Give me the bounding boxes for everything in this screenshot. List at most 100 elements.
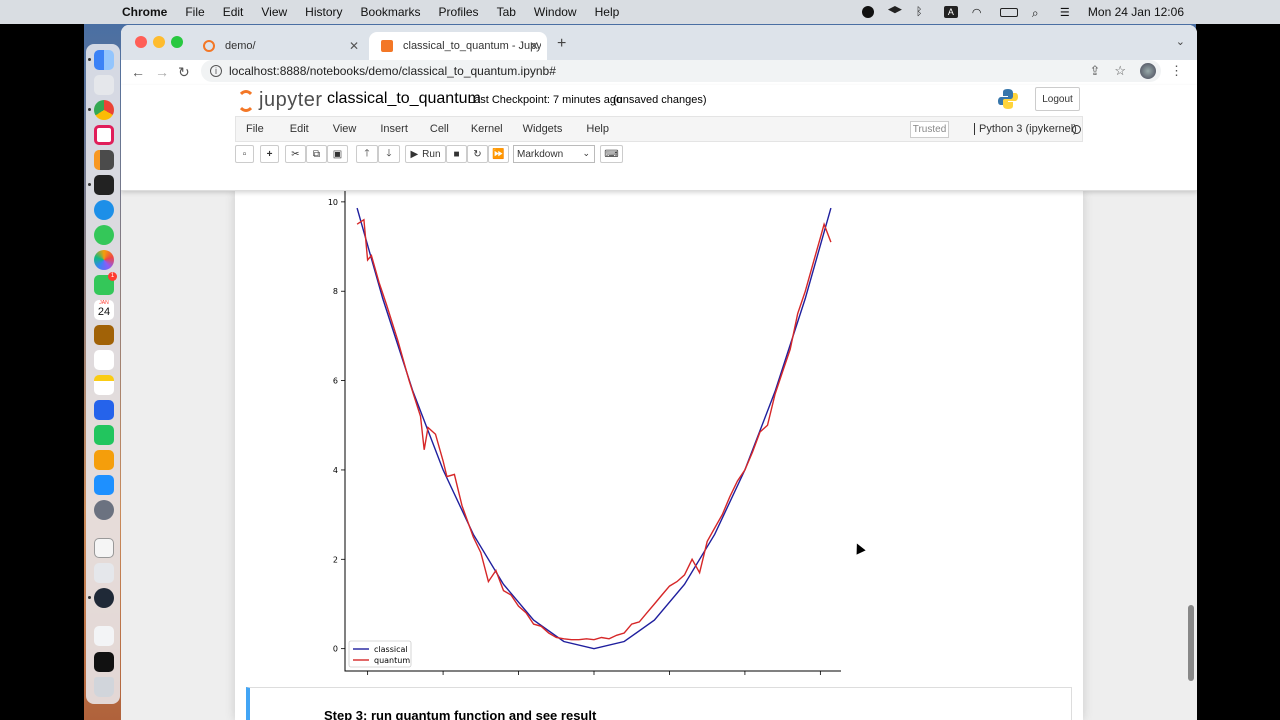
calendar-icon[interactable]: JAN 24	[94, 300, 114, 320]
run-button[interactable]: ▶ Run	[405, 145, 446, 163]
document-thumbnail-icon[interactable]	[94, 626, 114, 646]
record-icon[interactable]	[861, 6, 874, 18]
save-button[interactable]: ▫	[235, 145, 254, 163]
trusted-indicator[interactable]: Trusted	[910, 121, 949, 138]
site-info-icon[interactable]: i	[210, 65, 222, 77]
app-store-icon[interactable]	[94, 475, 114, 495]
menubar-view[interactable]: View	[261, 5, 287, 19]
close-tab-icon[interactable]: ✕	[529, 39, 539, 53]
menubar-clock[interactable]: Mon 24 Jan 12:06	[1088, 5, 1184, 19]
finder-icon[interactable]	[94, 50, 114, 70]
menubar-profiles[interactable]: Profiles	[439, 5, 479, 19]
y-tick-label: 0	[333, 645, 338, 654]
trash-icon[interactable]	[94, 677, 114, 697]
cut-button[interactable]: ✂	[285, 145, 306, 163]
calendar-day: 24	[97, 306, 111, 318]
system-preferences-icon[interactable]	[94, 500, 114, 520]
desktop-right	[1196, 24, 1280, 720]
menu-edit[interactable]: Edit	[274, 123, 319, 135]
input-source-icon[interactable]: A	[943, 6, 958, 18]
numbers-icon[interactable]	[94, 425, 114, 445]
menu-kernel[interactable]: Kernel	[459, 123, 513, 135]
menu-help[interactable]: Help	[572, 123, 619, 135]
chrome-icon[interactable]	[94, 100, 114, 120]
menu-insert[interactable]: Insert	[366, 123, 418, 135]
run-label: Run	[422, 148, 441, 160]
quicktime-icon[interactable]	[94, 588, 114, 608]
menubar-app[interactable]: Chrome	[122, 5, 167, 19]
profile-avatar[interactable]	[1140, 63, 1156, 79]
restart-button[interactable]: ↻	[467, 145, 488, 163]
dock: 1 JAN 24	[86, 44, 120, 704]
toolbar-actions: ⇪ ☆ ⋮	[1089, 63, 1183, 79]
sublime-text-icon[interactable]	[94, 150, 114, 170]
move-down-button[interactable]: 🡓	[378, 145, 400, 163]
restart-run-all-button[interactable]: ⏩	[488, 145, 509, 163]
tab-notebook[interactable]: classical_to_quantum - Jupyte ✕	[369, 32, 547, 60]
pages-icon[interactable]	[94, 450, 114, 470]
dropbox-icon[interactable]	[887, 6, 902, 14]
reload-icon[interactable]: ↻	[178, 64, 190, 81]
copy-button[interactable]: ⧉	[306, 145, 327, 163]
reminders-icon[interactable]	[94, 350, 114, 370]
menu-view[interactable]: View	[319, 123, 367, 135]
cell-type-select[interactable]: Markdown ⌄	[513, 145, 595, 163]
menubar-window[interactable]: Window	[534, 5, 577, 19]
keynote-icon[interactable]	[94, 400, 114, 420]
messages-icon[interactable]	[94, 225, 114, 245]
jupyter-header: jupyter classical_to_quantum Last Checkp…	[121, 85, 1197, 191]
menu-widgets[interactable]: Widgets	[513, 123, 573, 135]
macos-menubar: Chrome File Edit View History Bookmarks …	[0, 0, 1280, 24]
wifi-icon[interactable]: ◠	[972, 6, 986, 19]
page-scrollbar[interactable]	[1188, 605, 1194, 681]
tab-demo[interactable]: demo/ ✕	[191, 32, 367, 60]
notebook-name[interactable]: classical_to_quantum	[327, 90, 481, 108]
slack-icon[interactable]	[94, 125, 114, 145]
back-icon[interactable]: ←	[131, 64, 145, 80]
menu-file[interactable]: File	[236, 123, 274, 135]
close-window-button[interactable]	[135, 36, 147, 48]
menubar-bookmarks[interactable]: Bookmarks	[361, 5, 421, 19]
close-tab-icon[interactable]: ✕	[349, 39, 359, 53]
launchpad-icon[interactable]	[94, 75, 114, 95]
tab-search-chevron-icon[interactable]: ⌄	[1176, 35, 1185, 48]
markdown-cell[interactable]: Step 3: run quantum function and see res…	[246, 687, 1072, 720]
menu-cell[interactable]: Cell	[418, 123, 459, 135]
notes-brown-icon[interactable]	[94, 325, 114, 345]
address-bar[interactable]: i localhost:8888/notebooks/demo/classica…	[201, 60, 1161, 82]
notebook-favicon-icon	[381, 40, 393, 52]
bookmark-star-icon[interactable]: ☆	[1114, 63, 1126, 79]
cell-type-value: Markdown	[517, 148, 564, 160]
maximize-window-button[interactable]	[171, 36, 183, 48]
logout-button[interactable]: Logout	[1035, 87, 1080, 111]
spotlight-icon[interactable]: ⌕	[1032, 6, 1046, 20]
jupyter-logo[interactable]: jupyter	[237, 89, 323, 112]
interrupt-button[interactable]: ■	[446, 145, 467, 163]
command-palette-button[interactable]: ⌨	[600, 145, 623, 163]
safari-icon[interactable]	[94, 200, 114, 220]
insert-cell-button[interactable]: +	[260, 145, 279, 163]
menubar-edit[interactable]: Edit	[223, 5, 244, 19]
new-tab-button[interactable]: +	[557, 35, 566, 53]
kernel-name[interactable]: Python 3 (ipykernel)	[974, 123, 1077, 135]
textedit-icon[interactable]	[94, 538, 114, 558]
menubar-file[interactable]: File	[185, 5, 204, 19]
terminal-icon[interactable]	[94, 175, 114, 195]
minimize-window-button[interactable]	[153, 36, 165, 48]
paste-button[interactable]: ▣	[327, 145, 348, 163]
screenshot-thumbnail-icon[interactable]	[94, 652, 114, 672]
menubar-history[interactable]: History	[305, 5, 342, 19]
forward-icon[interactable]: →	[155, 64, 169, 80]
battery-icon[interactable]	[999, 7, 1018, 17]
menubar-tab[interactable]: Tab	[497, 5, 516, 19]
notes-icon[interactable]	[94, 375, 114, 395]
photos-icon[interactable]	[94, 250, 114, 270]
more-menu-icon[interactable]: ⋮	[1170, 63, 1183, 79]
bluetooth-icon[interactable]: ᛒ	[916, 6, 930, 18]
control-center-icon[interactable]: ☰	[1060, 6, 1074, 19]
share-icon[interactable]: ⇪	[1089, 63, 1100, 79]
move-up-button[interactable]: 🡑	[356, 145, 378, 163]
preview-icon[interactable]	[94, 563, 114, 583]
menubar-help[interactable]: Help	[595, 5, 620, 19]
tab-title: demo/	[225, 40, 256, 52]
